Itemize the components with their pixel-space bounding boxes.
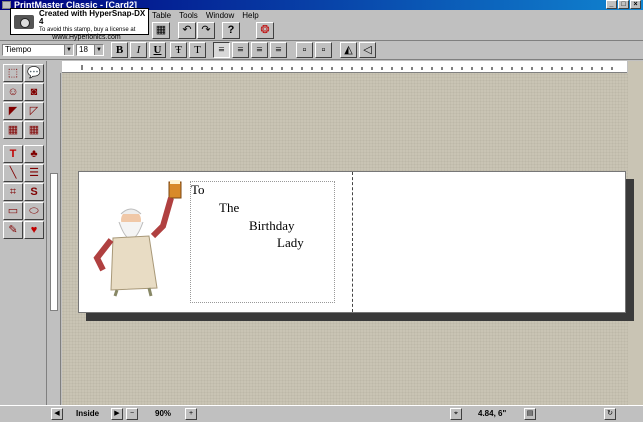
card-line-1[interactable]: To (191, 182, 205, 198)
text-frame[interactable] (190, 181, 335, 303)
format-toolbar: Tiempo ▼ 18 ▼ B I U Ŧ T ≡ ≡ ≡ ≡ ▫ ▫ ◭ ◁ (0, 41, 643, 60)
ruler-ticks (81, 65, 613, 70)
horizontal-ruler (62, 61, 627, 73)
minimize-button[interactable]: _ (606, 0, 617, 9)
rotate-icon[interactable]: ↻ (604, 408, 616, 420)
zoom-in-icon[interactable]: + (185, 408, 197, 420)
table-icon[interactable]: ▦ (24, 121, 44, 139)
font-size-select[interactable]: 18 ▼ (76, 44, 104, 56)
bring-front-icon[interactable]: ▫ (296, 42, 313, 58)
rectangle-tool-icon[interactable]: ▭ (3, 202, 23, 220)
tool-palette: ⬚ 💬 ☺ ◙ ◤ ◸ ▦ ▦ T ♣ ╲ ☰ ⌗ S ▭ ⬭ ✎ ♥ (0, 61, 47, 405)
pencil-tool-icon[interactable]: ✎ (3, 221, 23, 239)
window-controls: _ □ × (606, 0, 641, 10)
align-left-icon[interactable]: ≡ (213, 42, 230, 58)
font-name-select[interactable]: Tiempo ▼ (2, 44, 74, 56)
text-tool-icon[interactable]: T (3, 145, 23, 163)
close-button[interactable]: × (630, 0, 641, 9)
text-shadow-icon[interactable]: Ŧ (170, 42, 187, 58)
ruler-tool-icon[interactable]: ◤ (3, 102, 23, 120)
ellipse-tool-icon[interactable]: ⬭ (24, 202, 44, 220)
maximize-button[interactable]: □ (618, 0, 629, 9)
stamp-line1: Created with HyperSnap-DX 4 (39, 9, 146, 26)
menu-window[interactable]: Window (206, 11, 234, 20)
ruler-corner (48, 61, 62, 73)
card-line-3[interactable]: Birthday (249, 218, 295, 234)
fold-line (352, 172, 353, 312)
calendar-icon[interactable]: ▦ (3, 121, 23, 139)
santa-with-mug-image[interactable] (91, 178, 189, 298)
underline-button[interactable]: U (149, 42, 166, 58)
select-tool-icon[interactable]: ⬚ (3, 64, 23, 82)
flip-horizontal-icon[interactable]: ◭ (340, 42, 357, 58)
cursor-position: 4.84, 6" (478, 409, 507, 418)
chevron-down-icon[interactable]: ▼ (64, 45, 73, 55)
crop-tool-icon[interactable]: ⌗ (3, 183, 23, 201)
font-size-value: 18 (79, 45, 88, 54)
card-line-4[interactable]: Lady (277, 235, 304, 251)
shapes-tool-icon[interactable]: ♥ (24, 221, 44, 239)
text-effect-icon[interactable]: T (189, 42, 206, 58)
menu-tools[interactable]: Tools (179, 11, 198, 20)
align-right-icon[interactable]: ≡ (251, 42, 268, 58)
font-name-value: Tiempo (5, 45, 32, 54)
align-center-icon[interactable]: ≡ (232, 42, 249, 58)
justify-icon[interactable]: ≡ (270, 42, 287, 58)
flip-vertical-icon[interactable]: ◁ (359, 42, 376, 58)
vertical-ruler (48, 73, 61, 405)
photo-icon[interactable]: ◙ (24, 83, 44, 101)
zoom-level: 90% (155, 409, 172, 418)
speech-bubble-icon[interactable]: 💬 (24, 64, 44, 82)
page-label: Inside (76, 409, 100, 418)
stamp-line2: To avoid this stamp, buy a license at (39, 27, 136, 33)
menu-table[interactable]: Table (152, 11, 171, 20)
card-line-2[interactable]: The (219, 200, 239, 216)
cursor-position-icon: ⌖ (450, 408, 462, 420)
border-tool-icon[interactable]: ◸ (24, 102, 44, 120)
italic-button[interactable]: I (130, 42, 147, 58)
menu-help[interactable]: Help (242, 11, 258, 20)
hypersnap-stamp: Created with HyperSnap-DX 4 To avoid thi… (10, 8, 149, 41)
bold-button[interactable]: B (111, 42, 128, 58)
line-style-icon[interactable]: ☰ (24, 164, 44, 182)
object-size-icon: ▤ (524, 408, 536, 420)
print-preview-icon[interactable]: ▦ (152, 22, 170, 39)
gift-icon[interactable]: ❂ (256, 22, 274, 39)
undo-button[interactable]: ↶ (178, 22, 196, 39)
chevron-down-icon[interactable]: ▼ (94, 45, 103, 55)
shape-s-icon[interactable]: S (24, 183, 44, 201)
fill-tool-icon[interactable]: ♣ (24, 145, 44, 163)
line-tool-icon[interactable]: ╲ (3, 164, 23, 182)
card-page[interactable]: To The Birthday Lady (78, 171, 626, 313)
camera-icon (14, 15, 34, 29)
prev-page-button[interactable]: ◀ (51, 408, 63, 420)
next-page-button[interactable]: ▶ (111, 408, 123, 420)
vertical-ruler-page (50, 173, 58, 311)
zoom-out-icon[interactable]: − (126, 408, 138, 420)
help-button[interactable]: ? (222, 22, 240, 39)
status-bar: ◀ Inside ▶ − 90% + ⌖ 4.84, 6" ▤ ↻ (0, 405, 643, 422)
clipart-icon[interactable]: ☺ (3, 83, 23, 101)
send-back-icon[interactable]: ▫ (315, 42, 332, 58)
redo-button[interactable]: ↷ (197, 22, 215, 39)
